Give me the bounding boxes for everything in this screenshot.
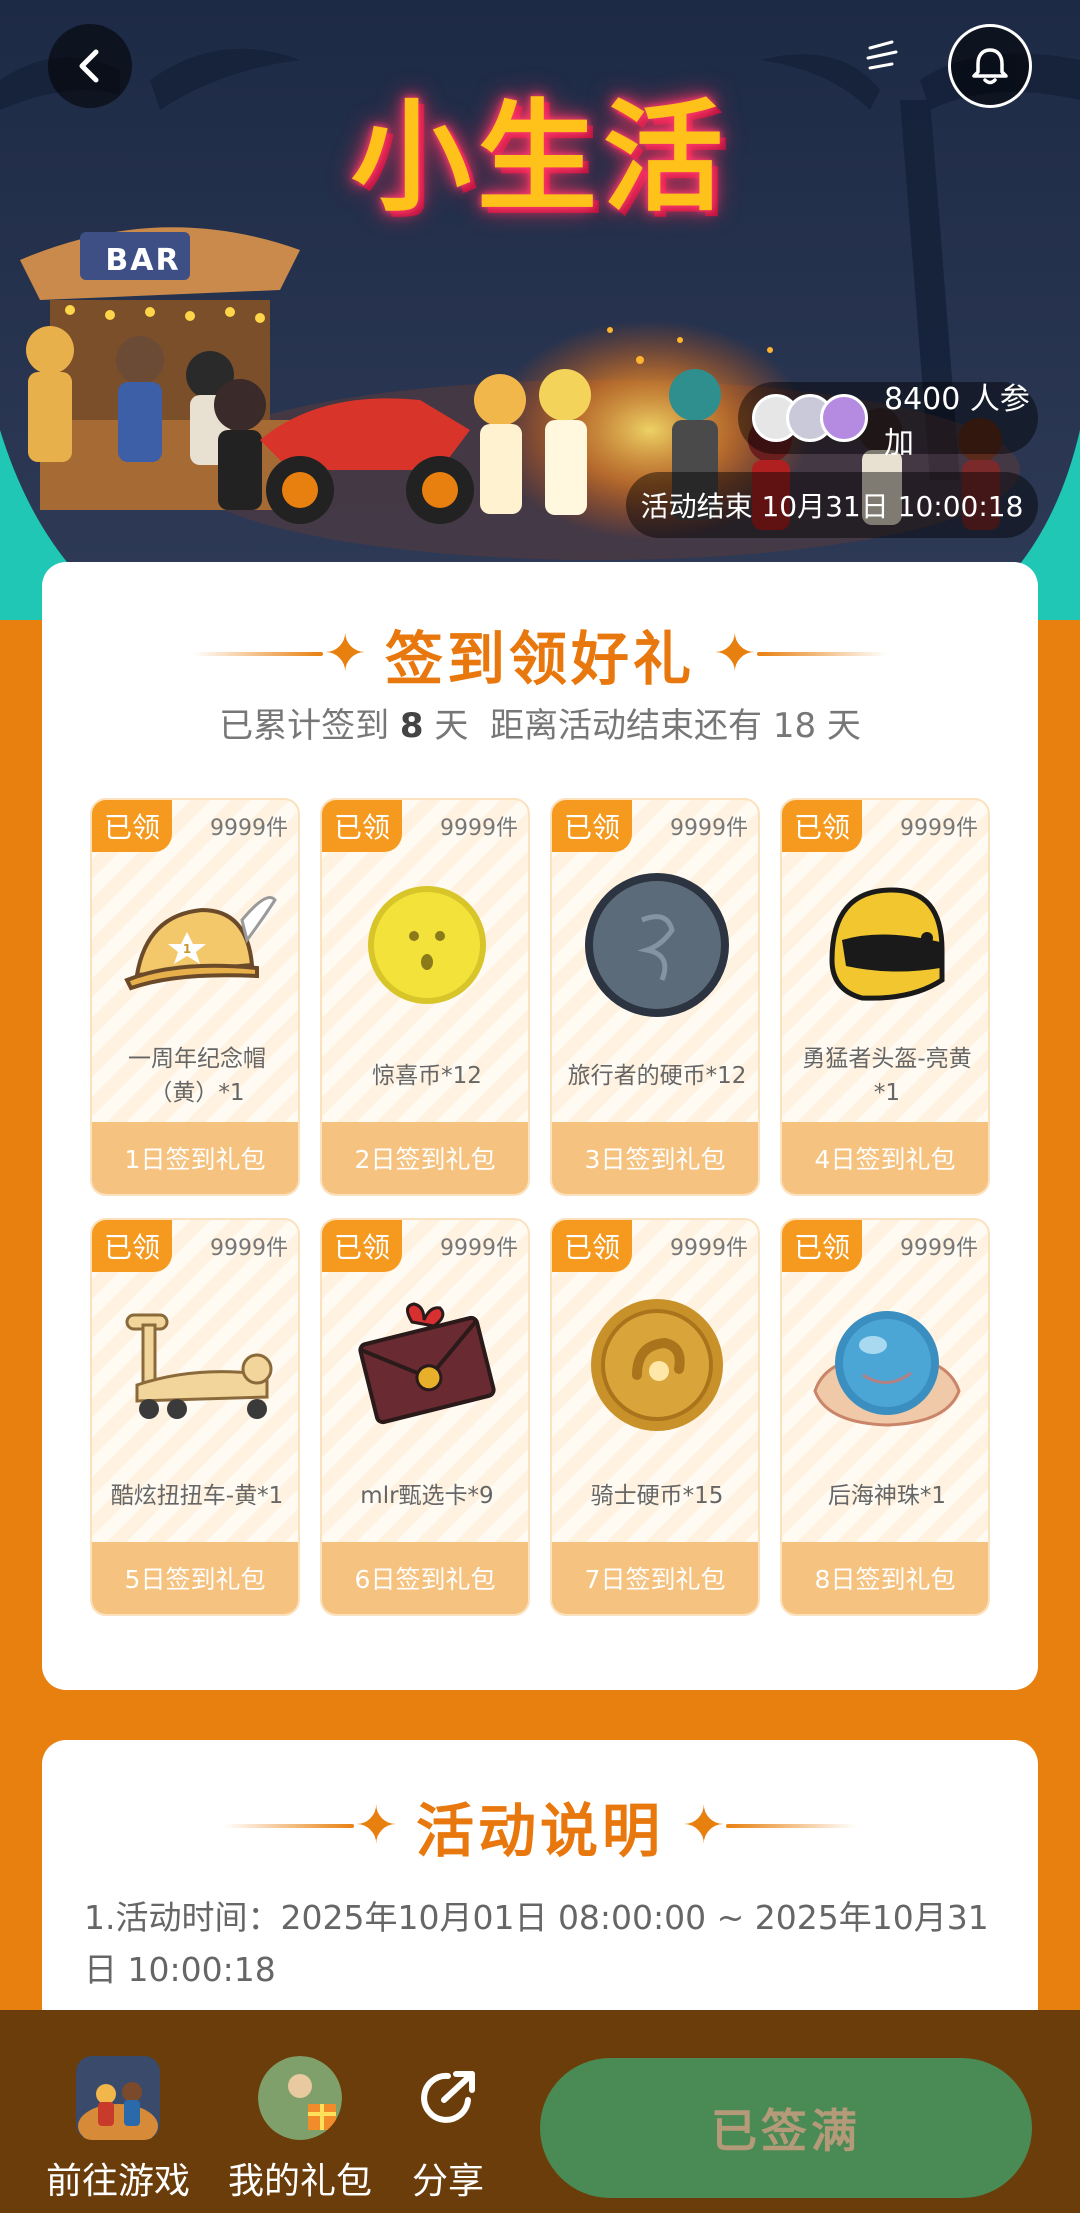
share-label: 分享 [411,2161,484,2202]
star-icon: ✦ [713,624,757,684]
rules-title: 活动说明 [415,1797,664,1865]
envelope-card-icon [358,1302,496,1425]
scooter-icon [125,1313,273,1419]
reward-day-label: 1日签到礼包 [92,1122,298,1194]
participant-avatars [752,394,868,442]
rules-line-1: 1.活动时间：2025年10月01日 08:00:00 ~ 2025年10月31… [84,1898,989,1989]
reward-card-day1[interactable]: 已领 9999件 1 一周年纪念帽（黄）*1 1日签到礼包 [90,798,300,1196]
reward-name: 一周年纪念帽（黄）*1 [128,1046,266,1106]
participants-count: 8400 人参加 [884,382,1030,461]
reward-card-day2[interactable]: 已领 9999件 惊喜币*12 2日签到礼包 [320,798,530,1196]
claimed-tag: 已领 [92,800,172,852]
my-gifts-label: 我的礼包 [228,2161,373,2202]
stock-count: 9999件 [210,1236,288,1261]
reward-day-label: 5日签到礼包 [92,1542,298,1614]
gift-pack-icon [258,2056,342,2140]
reward-day-label: 8日签到礼包 [782,1542,988,1614]
reward-name: 后海神珠*1 [827,1483,947,1509]
reward-name: 勇猛者头盔-亮黄*1 [802,1046,972,1106]
game-thumbnail-icon [76,2056,160,2140]
participants-badge: 8400 人参加 [738,382,1038,461]
stock-count: 9999件 [670,1236,748,1261]
stock-count: 9999件 [900,816,978,841]
reward-card-day5[interactable]: 已领 9999件 酷炫扭扭车-黄*1 5日签到礼包 [90,1218,300,1616]
checkin-title: 签到领好礼 [384,625,695,693]
decor-line [725,1824,856,1828]
checkin-header: ✦ 签到领好礼 ✦ [42,612,1038,696]
rules-header: ✦ 活动说明 ✦ [42,1784,1038,1868]
days-checked: 8 [399,706,424,746]
svg-text:1: 1 [183,942,191,956]
bell-icon [972,48,1008,85]
reward-day-label: 6日签到礼包 [322,1542,528,1614]
reward-grid: 已领 9999件 1 一周年纪念帽（黄）*1 1日签到礼包 已领 9999件 惊… [90,798,994,1616]
bottom-action-bar: 前往游戏 我的礼包 分享 已签满 [0,2010,1080,2213]
claimed-tag: 已领 [322,1220,402,1272]
surprise-coin-icon [368,886,486,1004]
decor-line [193,652,324,656]
stock-count: 9999件 [900,1236,978,1261]
decor-line [756,652,887,656]
stock-count: 9999件 [670,816,748,841]
stock-count: 9999件 [440,1236,518,1261]
traveler-coin-icon [585,873,729,1017]
go-to-game-label: 前往游戏 [46,2161,191,2202]
go-to-game-button[interactable]: 前往游戏 [46,2056,190,2204]
reward-day-label: 4日签到礼包 [782,1122,988,1194]
activity-end-time: 活动结束 10月31日 10:00:18 [626,472,1038,538]
bar-sign: BAR [105,242,181,278]
sparkle-icon [866,40,898,70]
reward-day-label: 7日签到礼包 [552,1542,758,1614]
reward-card-day4[interactable]: 已领 9999件 勇猛者头盔-亮黄*1 4日签到礼包 [780,798,990,1196]
avatar [820,394,868,442]
claimed-tag: 已领 [322,800,402,852]
reward-card-day7[interactable]: 已领 9999件 骑士硬币*15 7日签到礼包 [550,1218,760,1616]
claimed-tag: 已领 [552,800,632,852]
reward-day-label: 3日签到礼包 [552,1122,758,1194]
checkin-card: ✦ 签到领好礼 ✦ 已累计签到 8 天 距离活动结束还有 18 天 已领 999… [42,562,1038,1690]
hero-banner: 小生活 BAR 8400 人参加 活动结束 10月31日 10:00:18 [0,0,1080,620]
summary-mid: 天 距离活动结束还有 [434,706,763,746]
stock-count: 9999件 [440,816,518,841]
summary-prefix: 已累计签到 [219,706,390,746]
pearl-icon [813,1311,961,1427]
helmet-icon [829,887,945,1001]
star-icon: ✦ [354,1796,398,1856]
reward-name: 骑士硬币*15 [590,1483,724,1509]
knight-coin-icon [591,1299,723,1431]
claimed-tag: 已领 [782,1220,862,1272]
back-button[interactable] [48,24,132,108]
summary-suffix: 天 [826,706,861,746]
stock-count: 9999件 [210,816,288,841]
reward-day-label: 2日签到礼包 [322,1122,528,1194]
claimed-tag: 已领 [552,1220,632,1272]
share-button[interactable]: 分享 [406,2056,490,2204]
star-icon: ✦ [323,624,367,684]
page-title: 小生活 [351,89,729,228]
decor-line [224,1824,355,1828]
cap-icon: 1 [124,896,277,991]
reward-card-day3[interactable]: 已领 9999件 旅行者的硬币*12 3日签到礼包 [550,798,760,1196]
reward-name: 惊喜币*12 [372,1063,482,1089]
reward-name: 酷炫扭扭车-黄*1 [110,1483,284,1509]
reward-card-day8[interactable]: 已领 9999件 后海神珠*1 8日签到礼包 [780,1218,990,1616]
my-gifts-button[interactable]: 我的礼包 [228,2056,372,2204]
claimed-tag: 已领 [782,800,862,852]
reward-name: 旅行者的硬币*12 [567,1063,747,1089]
star-icon: ✦ [682,1796,726,1856]
notification-button[interactable] [948,24,1032,108]
days-left: 18 [772,706,817,746]
signed-full-button[interactable]: 已签满 [540,2058,1032,2198]
share-icon [406,2056,490,2140]
reward-name: mlr甄选卡*9 [360,1483,494,1509]
checkin-summary: 已累计签到 8 天 距离活动结束还有 18 天 [42,698,1038,747]
claimed-tag: 已领 [92,1220,172,1272]
reward-card-day6[interactable]: 已领 9999件 mlr甄选卡*9 6日签到礼包 [320,1218,530,1616]
chevron-left-icon [79,49,99,83]
